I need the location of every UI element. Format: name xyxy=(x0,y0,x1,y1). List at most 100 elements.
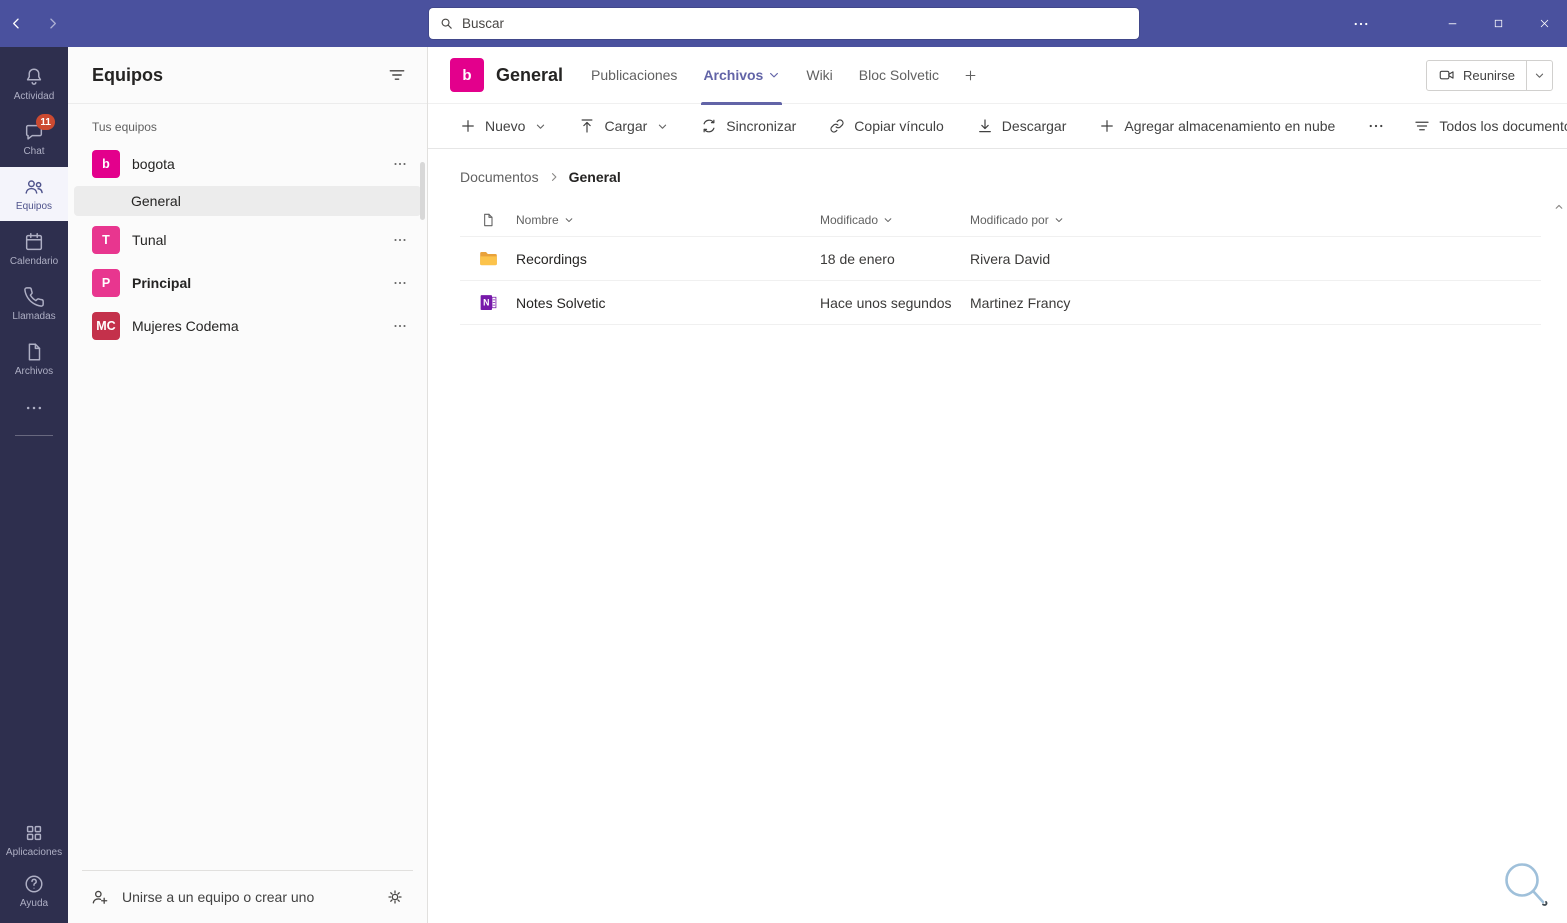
phone-icon xyxy=(24,287,44,307)
more-horizontal-icon xyxy=(394,324,406,328)
tab-wiki[interactable]: Wiki xyxy=(804,47,834,104)
team-row-mujeres-codema[interactable]: MC Mujeres Codema xyxy=(68,307,427,345)
rail-item-label: Calendario xyxy=(9,256,59,267)
rail-item-calendario[interactable]: Calendario xyxy=(0,222,68,276)
team-row-tunal[interactable]: T Tunal xyxy=(68,221,427,259)
rail-item-label: Actividad xyxy=(13,91,55,102)
breadcrumb-root[interactable]: Documentos xyxy=(460,169,539,185)
main-scrollbar[interactable] xyxy=(1553,200,1565,919)
sidebar-footer: Unirse a un equipo o crear uno xyxy=(82,870,413,923)
chevron-down-icon xyxy=(659,124,667,129)
tab-archivos[interactable]: Archivos xyxy=(701,47,783,105)
minimize-button[interactable] xyxy=(1429,0,1475,47)
section-label: Tus equipos xyxy=(92,120,157,134)
manage-teams-gear-button[interactable] xyxy=(385,887,405,907)
meet-now-button[interactable]: Reunirse xyxy=(1427,61,1526,90)
new-button[interactable]: Nuevo xyxy=(450,109,555,143)
channel-name: General xyxy=(131,193,181,209)
more-horizontal-icon xyxy=(394,162,406,166)
close-icon xyxy=(1540,19,1548,28)
rail-item-llamadas[interactable]: Llamadas xyxy=(0,277,68,331)
column-header-name[interactable]: Nombre xyxy=(516,213,820,227)
search-input[interactable] xyxy=(462,16,1129,31)
column-header-modified[interactable]: Modificado xyxy=(820,213,970,227)
file-row-notes-solvetic[interactable]: N Notes Solvetic Hace unos segundos Mart… xyxy=(460,281,1541,325)
tab-publicaciones[interactable]: Publicaciones xyxy=(589,47,679,104)
download-label: Descargar xyxy=(1001,118,1067,134)
chevron-down-icon xyxy=(1535,73,1544,78)
rail-item-aplicaciones[interactable]: Aplicaciones xyxy=(0,815,68,865)
filter-icon xyxy=(389,70,405,80)
files-icon xyxy=(28,343,41,361)
rail-bottom: Aplicaciones Ayuda xyxy=(0,815,68,923)
rail-item-label: Llamadas xyxy=(12,311,56,322)
join-or-create-team-button[interactable]: Unirse a un equipo o crear uno xyxy=(82,871,413,923)
onenote-icon: N xyxy=(480,295,496,310)
folder-icon xyxy=(479,251,497,266)
breadcrumb: Documentos General xyxy=(428,149,1567,193)
column-label: Nombre xyxy=(516,212,559,227)
team-more-button[interactable] xyxy=(391,317,409,335)
chevron-right-icon xyxy=(49,18,56,29)
tab-label: Bloc Solvetic xyxy=(858,67,939,83)
tab-bloc-solvetic[interactable]: Bloc Solvetic xyxy=(857,47,941,104)
download-button[interactable]: Descargar xyxy=(967,109,1076,143)
rail-item-label: Chat xyxy=(23,146,45,157)
channel-main: b General Publicaciones Archivos Wiki Bl… xyxy=(428,47,1567,923)
team-name: bogota xyxy=(132,156,175,172)
team-more-button[interactable] xyxy=(391,274,409,292)
rail-item-archivos[interactable]: Archivos xyxy=(0,332,68,386)
rail-item-chat[interactable]: 11 Chat xyxy=(0,112,68,166)
sidebar-scrollbar[interactable] xyxy=(420,162,425,220)
team-more-button[interactable] xyxy=(391,155,409,173)
back-button[interactable] xyxy=(6,14,26,34)
copy-link-label: Copiar vínculo xyxy=(854,118,944,134)
plus-icon xyxy=(1101,120,1114,132)
file-type-cell: N xyxy=(460,292,516,313)
view-selector[interactable]: Todos los documentos xyxy=(1404,109,1567,143)
channel-tabs: Publicaciones Archivos Wiki Bloc Solveti… xyxy=(589,47,941,105)
team-name: Tunal xyxy=(132,232,167,248)
bell-icon xyxy=(26,68,42,85)
rail-item-label: Equipos xyxy=(15,201,53,212)
column-label: Modificado xyxy=(820,212,879,227)
team-avatar: MC xyxy=(92,312,120,340)
channel-item-general[interactable]: General xyxy=(74,186,421,216)
scroll-up-button[interactable] xyxy=(1554,202,1564,212)
filter-button[interactable] xyxy=(387,65,407,85)
new-label: Nuevo xyxy=(485,118,526,134)
files-list: Nombre Modificado Modificado por Recordi… xyxy=(460,203,1567,325)
sync-button[interactable]: Sincronizar xyxy=(691,109,805,143)
team-row-bogota[interactable]: b bogota xyxy=(68,145,427,183)
copy-link-button[interactable]: Copiar vínculo xyxy=(819,109,953,143)
meet-options-button[interactable] xyxy=(1526,60,1552,90)
maximize-icon xyxy=(1494,19,1502,28)
more-horizontal-icon xyxy=(394,238,406,242)
column-header-type[interactable] xyxy=(460,212,516,228)
magnifier-cursor-icon xyxy=(1505,863,1548,906)
rail-more-button[interactable] xyxy=(24,395,44,421)
files-header-row: Nombre Modificado Modificado por xyxy=(460,203,1541,237)
forward-button[interactable] xyxy=(42,14,62,34)
team-avatar: b xyxy=(92,150,120,178)
maximize-button[interactable] xyxy=(1475,0,1521,47)
rail-item-ayuda[interactable]: Ayuda xyxy=(0,866,68,916)
close-button[interactable] xyxy=(1521,0,1567,47)
chevron-left-icon xyxy=(12,18,19,29)
rail-item-label: Archivos xyxy=(14,366,54,377)
add-tab-button[interactable] xyxy=(963,68,978,83)
team-row-principal[interactable]: P Principal xyxy=(68,264,427,302)
upload-button[interactable]: Cargar xyxy=(569,109,677,143)
team-more-button[interactable] xyxy=(391,231,409,249)
more-horizontal-icon xyxy=(1369,124,1383,128)
rail-item-equipos[interactable]: Equipos xyxy=(0,167,68,221)
column-header-modified-by[interactable]: Modificado por xyxy=(970,213,1541,227)
add-cloud-storage-button[interactable]: Agregar almacenamiento en nube xyxy=(1089,109,1344,143)
channel-title: General xyxy=(496,64,564,85)
document-icon xyxy=(484,213,493,226)
titlebar-more-button[interactable] xyxy=(1339,0,1383,47)
toolbar-more-button[interactable] xyxy=(1358,109,1394,143)
channel-header: b General Publicaciones Archivos Wiki Bl… xyxy=(428,47,1567,105)
rail-item-actividad[interactable]: Actividad xyxy=(0,57,68,111)
file-row-recordings[interactable]: Recordings 18 de enero Rivera David xyxy=(460,237,1541,281)
